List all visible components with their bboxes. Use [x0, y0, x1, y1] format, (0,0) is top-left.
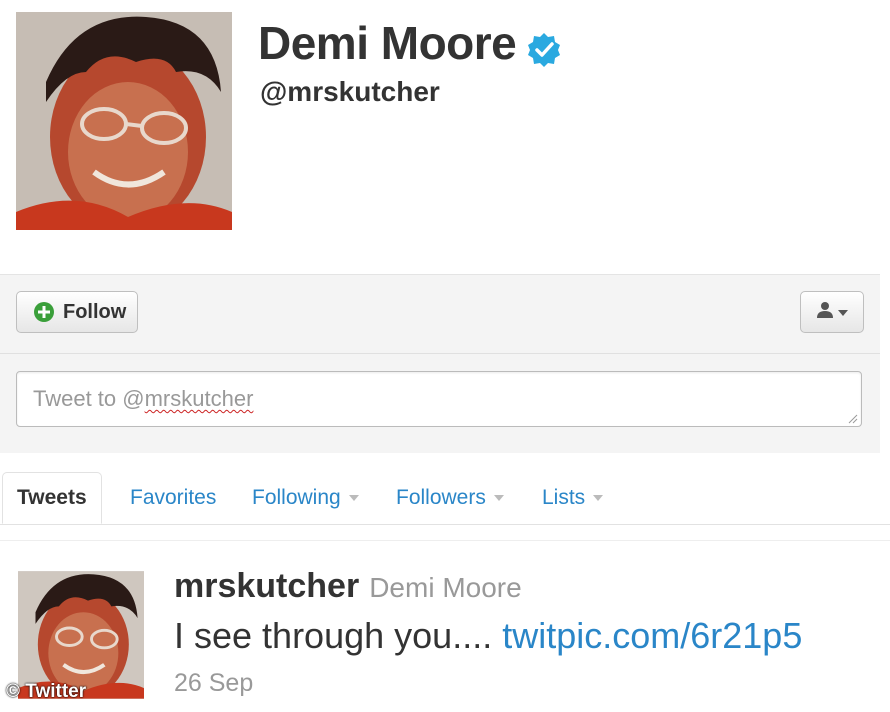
tweet-to-placeholder: Tweet to @mrskutcher [33, 386, 253, 412]
divider [0, 353, 880, 354]
profile-action-bar: Follow Tweet to @mrskutcher [0, 274, 880, 453]
resize-grip-icon[interactable] [846, 411, 858, 424]
tab-label: Following [252, 486, 341, 509]
profile-header: Demi Moore @mrskutcher [0, 0, 890, 270]
tab-label: Tweets [17, 486, 87, 509]
tab-following[interactable]: Following [252, 472, 359, 524]
placeholder-handle: mrskutcher [144, 386, 254, 411]
tab-favorites[interactable]: Favorites [130, 472, 216, 524]
watermark: © Twitter [6, 681, 87, 702]
tab-label: Lists [542, 486, 586, 509]
tweet-screen-name[interactable]: mrskutcher [174, 567, 359, 605]
tab-followers[interactable]: Followers [396, 472, 504, 524]
placeholder-prefix: Tweet to @ [33, 386, 145, 411]
user-actions-dropdown-button[interactable] [800, 291, 864, 333]
chevron-down-icon [493, 495, 504, 501]
profile-tabs: Tweets Favorites Following Followers Lis… [0, 472, 890, 525]
tweet-link[interactable]: twitpic.com/6r21p5 [502, 615, 802, 656]
tab-tweets[interactable]: Tweets [2, 472, 102, 524]
tab-label: Favorites [130, 486, 217, 509]
tweet-body: I see through you.... [174, 615, 493, 656]
follow-button-label: Follow [63, 300, 127, 323]
profile-display-name: Demi Moore [258, 16, 562, 70]
avatar[interactable] [16, 12, 232, 230]
person-icon [816, 301, 834, 324]
display-name-text: Demi Moore [258, 17, 517, 69]
tweet-item[interactable]: mrskutcher Demi Moore I see through you..… [0, 540, 890, 712]
verified-badge-icon [526, 25, 562, 67]
chevron-down-icon [593, 495, 604, 501]
plus-circle-icon [33, 301, 55, 323]
chevron-down-icon [838, 303, 848, 321]
avatar-photo [16, 12, 232, 230]
tweet-timestamp[interactable]: 26 Sep [174, 669, 253, 698]
follow-button[interactable]: Follow [16, 291, 138, 333]
chevron-down-icon [348, 495, 359, 501]
tweet-full-name: Demi Moore [369, 572, 522, 603]
tab-lists[interactable]: Lists [542, 472, 604, 524]
tab-label: Followers [396, 486, 486, 509]
profile-screen-name: @mrskutcher [260, 76, 440, 107]
tweet-to-input[interactable]: Tweet to @mrskutcher [16, 371, 862, 427]
tweet-author[interactable]: mrskutcher Demi Moore [174, 567, 522, 606]
tweet-text: I see through you.... twitpic.com/6r21p5 [174, 615, 802, 657]
